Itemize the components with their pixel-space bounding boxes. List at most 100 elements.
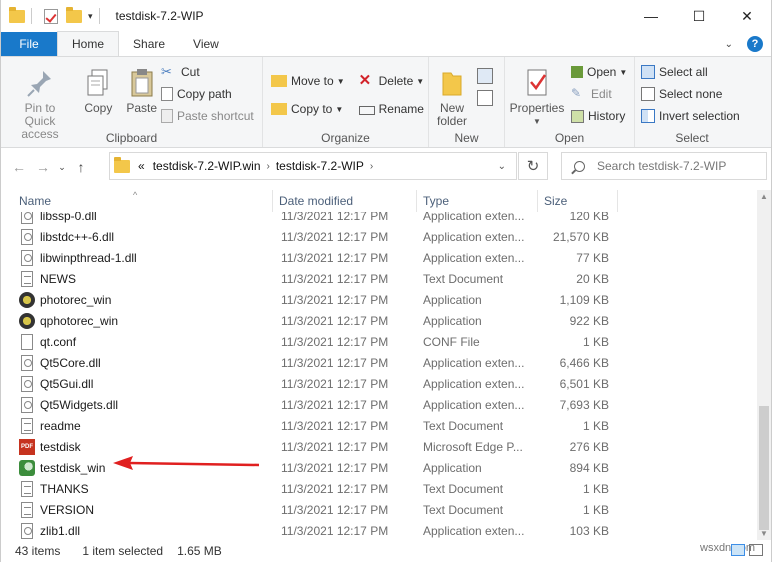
tab-view[interactable]: View <box>179 32 233 56</box>
column-header-date[interactable]: Date modified <box>273 190 417 212</box>
file-name-cell[interactable]: qt.conf <box>1 333 273 350</box>
scroll-down-icon[interactable]: ▼ <box>760 529 768 538</box>
file-row[interactable]: qphotorec_win 11/3/2021 12:17 PM Applicati… <box>1 310 757 331</box>
column-header-type[interactable]: Type <box>417 190 538 212</box>
help-icon[interactable]: ? <box>747 36 763 52</box>
dropdown-arrow-icon: ▼ <box>335 104 344 114</box>
column-header-name[interactable]: ^ Name <box>1 190 273 212</box>
file-row[interactable]: zlib1.dll 11/3/2021 12:17 PM Application e… <box>1 520 757 540</box>
select-none-button[interactable]: Select none <box>641 83 740 105</box>
file-name-cell[interactable]: qphotorec_win <box>1 312 273 329</box>
file-row[interactable]: libssp-0.dll 11/3/2021 12:17 PM Applicatio… <box>1 212 757 226</box>
forward-arrow-icon[interactable]: → <box>31 155 55 179</box>
file-name: readme <box>40 418 81 433</box>
back-arrow-icon[interactable]: ← <box>7 155 31 179</box>
refresh-icon: ↻ <box>526 158 540 175</box>
properties-icon[interactable] <box>44 8 58 24</box>
file-size: 894 KB <box>569 460 609 475</box>
file-name-cell[interactable]: readme <box>1 417 273 434</box>
file-name-cell[interactable]: PDF testdisk <box>1 438 273 455</box>
search-box[interactable]: Search testdisk-7.2-WIP <box>561 152 767 180</box>
file-row[interactable]: photorec_win 11/3/2021 12:17 PM Applicatio… <box>1 289 757 310</box>
tab-file[interactable]: File <box>1 32 57 56</box>
tab-share[interactable]: Share <box>119 32 179 56</box>
chevron-right-icon[interactable]: › <box>370 161 373 172</box>
details-view-icon[interactable] <box>731 544 745 556</box>
recent-locations-icon[interactable]: ⌄ <box>55 155 69 179</box>
file-name-cell[interactable]: Qt5Widgets.dll <box>1 396 273 413</box>
minimize-button[interactable]: — <box>627 0 675 32</box>
file-row[interactable]: Qt5Gui.dll 11/3/2021 12:17 PM Application … <box>1 373 757 394</box>
close-button[interactable]: ✕ <box>723 0 771 32</box>
file-row[interactable]: Qt5Widgets.dll 11/3/2021 12:17 PM Applicat… <box>1 394 757 415</box>
chevron-right-icon[interactable]: › <box>267 161 270 172</box>
file-size: 20 KB <box>576 271 609 286</box>
cut-label: Cut <box>181 65 200 79</box>
file-name-cell[interactable]: libstdc++-6.dll <box>1 228 273 245</box>
file-row[interactable]: NEWS 11/3/2021 12:17 PM Text Document 20 KB <box>1 268 757 289</box>
file-name-cell[interactable]: VERSION <box>1 501 273 518</box>
scrollbar-thumb[interactable] <box>759 406 769 530</box>
file-date: 11/3/2021 12:17 PM <box>281 397 389 412</box>
file-name-cell[interactable]: libssp-0.dll <box>1 212 273 224</box>
up-arrow-icon[interactable]: ↑ <box>69 155 93 179</box>
file-row[interactable]: libstdc++-6.dll 11/3/2021 12:17 PM Applica… <box>1 226 757 247</box>
file-row[interactable]: VERSION 11/3/2021 12:17 PM Text Document 1 … <box>1 499 757 520</box>
file-type: CONF File <box>423 334 480 349</box>
properties-button[interactable]: Properties ▼ <box>509 61 565 130</box>
move-to-button[interactable]: Move to ▼ <box>271 67 345 95</box>
file-row[interactable]: readme 11/3/2021 12:17 PM Text Document 1 K… <box>1 415 757 436</box>
tab-home[interactable]: Home <box>57 31 120 56</box>
paste-shortcut-button[interactable]: Paste shortcut <box>161 105 254 127</box>
select-all-button[interactable]: Select all <box>641 61 740 83</box>
invert-selection-button[interactable]: Invert selection <box>641 105 740 127</box>
file-row[interactable]: THANKS 11/3/2021 12:17 PM Text Document 1 K… <box>1 478 757 499</box>
file-name-cell[interactable]: Qt5Core.dll <box>1 354 273 371</box>
maximize-button[interactable]: ☐ <box>675 0 723 32</box>
copy-button[interactable]: Copy <box>78 61 118 117</box>
edit-button[interactable]: ✎ Edit <box>571 83 627 105</box>
easy-access-button[interactable] <box>477 87 497 109</box>
address-bar[interactable]: « testdisk-7.2-WIP.win › testdisk-7.2-WI… <box>109 152 517 180</box>
file-name-cell[interactable]: NEWS <box>1 270 273 287</box>
open-button[interactable]: Open ▼ <box>571 61 627 83</box>
refresh-button[interactable]: ↻ <box>518 152 548 180</box>
expand-ribbon-icon[interactable]: ⌄ <box>725 39 733 50</box>
new-item-button[interactable] <box>477 65 497 87</box>
file-name-cell[interactable]: THANKS <box>1 480 273 497</box>
file-date: 11/3/2021 12:17 PM <box>281 229 389 244</box>
new-folder-icon[interactable] <box>66 6 82 23</box>
paste-button[interactable]: Paste <box>122 61 162 117</box>
file-name-cell[interactable]: Qt5Gui.dll <box>1 375 273 392</box>
file-size: 1 KB <box>582 481 609 496</box>
cut-button[interactable]: ✂ Cut <box>161 61 254 83</box>
open-label: Open <box>587 65 617 79</box>
vertical-scrollbar[interactable]: ▲ ▼ <box>757 190 771 540</box>
breadcrumb-item[interactable]: testdisk-7.2-WIP <box>276 159 364 173</box>
address-dropdown-icon[interactable]: ⌄ <box>498 161 506 172</box>
scroll-up-icon[interactable]: ▲ <box>760 192 768 201</box>
file-row[interactable]: libwinpthread-1.dll 11/3/2021 12:17 PM App… <box>1 247 757 268</box>
large-icons-view-icon[interactable] <box>749 544 763 556</box>
history-button[interactable]: History <box>571 105 627 127</box>
file-type: Application exten... <box>423 523 525 538</box>
file-row[interactable]: qt.conf 11/3/2021 12:17 PM CONF File 1 KB <box>1 331 757 352</box>
breadcrumb-item[interactable]: testdisk-7.2-WIP.win <box>153 159 261 173</box>
breadcrumb-overflow[interactable]: « <box>138 159 145 173</box>
file-size: 1 KB <box>582 502 609 517</box>
copy-path-button[interactable]: Copy path <box>161 83 254 105</box>
invert-selection-label: Invert selection <box>659 109 740 123</box>
file-row[interactable]: Qt5Core.dll 11/3/2021 12:17 PM Application… <box>1 352 757 373</box>
file-name-cell[interactable]: libwinpthread-1.dll <box>1 249 273 266</box>
file-size: 21,570 KB <box>552 229 609 244</box>
delete-button[interactable]: ✕ Delete ▼ <box>359 67 425 95</box>
new-folder-button[interactable]: New folder <box>433 61 471 130</box>
customize-toolbar-icon[interactable]: ▾ <box>88 11 93 22</box>
file-size: 6,501 KB <box>559 376 609 391</box>
clipboard-group: Pin to Quick access Copy Paste ✂ Cut Copy… <box>1 57 263 147</box>
rename-button[interactable]: Rename <box>358 95 425 123</box>
copy-to-button[interactable]: Copy to ▼ <box>271 95 345 123</box>
file-name-cell[interactable]: photorec_win <box>1 291 273 308</box>
column-header-size[interactable]: Size <box>538 190 618 212</box>
file-name-cell[interactable]: zlib1.dll <box>1 522 273 539</box>
